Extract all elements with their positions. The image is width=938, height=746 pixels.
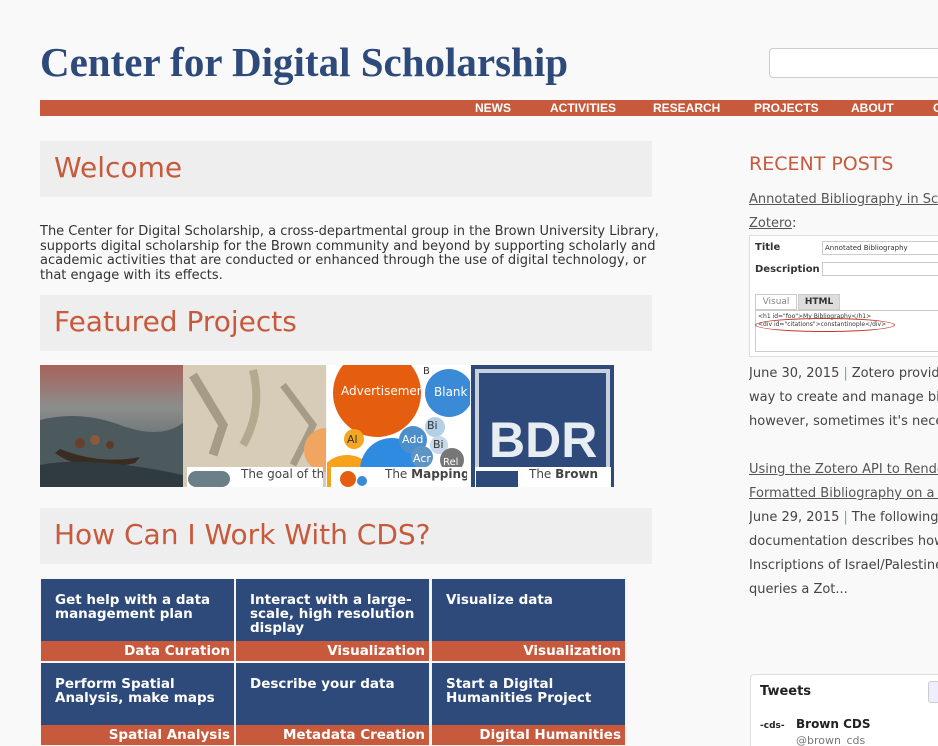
bubble-label: Add bbox=[402, 433, 423, 446]
post-excerpt: way to create and manage bibli bbox=[749, 390, 938, 405]
post-separator: | bbox=[843, 366, 848, 381]
service-card-title: Visualize data bbox=[446, 592, 553, 608]
caption-text: The goal of the bbox=[241, 467, 323, 481]
bubble-label: Bi bbox=[427, 419, 438, 432]
service-card-title: Start a Digital Humanities Project bbox=[446, 676, 592, 706]
welcome-heading: Welcome bbox=[54, 151, 183, 184]
bubble-label: Advertisemen bbox=[341, 384, 424, 398]
service-card-title: Interact with a large-scale, high resolu… bbox=[250, 592, 415, 636]
bdr-logo-text: BDR bbox=[489, 412, 597, 468]
nav-news[interactable]: NEWS bbox=[475, 101, 511, 115]
project-tile-bdr[interactable]: BDR The Brown bbox=[471, 365, 614, 487]
service-card-title: Perform Spatial Analysis, make maps bbox=[55, 676, 215, 706]
boat-painting-image bbox=[40, 365, 183, 487]
tweets-widget: Tweets -cds- Brown CDS @brown_cds bbox=[750, 674, 938, 746]
nav-activities[interactable]: ACTIVITIES bbox=[550, 101, 616, 115]
project-caption-inscription: The goal of the bbox=[187, 467, 323, 487]
main-nav: NEWS ACTIVITIES RESEARCH PROJECTS ABOUT … bbox=[40, 100, 938, 116]
service-card-category: Digital Humanities bbox=[479, 727, 621, 743]
service-card-category: Visualization bbox=[523, 643, 621, 659]
caption-text: The bbox=[385, 467, 408, 481]
screenshot-desc-label: Description bbox=[755, 264, 820, 275]
tweet-author-handle[interactable]: @brown_cds bbox=[796, 734, 865, 746]
screenshot-title-value: Annotated Bibliography bbox=[822, 241, 938, 255]
caption-thumbnail bbox=[340, 471, 367, 487]
nav-projects[interactable]: PROJECTS bbox=[754, 101, 819, 115]
post-title-suffix: : bbox=[791, 216, 797, 231]
site-title[interactable]: Center for Digital Scholarship bbox=[40, 38, 568, 86]
project-tile-mapping[interactable]: Advertisemen Blank B Bi Add Bi Al Acr Re… bbox=[327, 365, 470, 487]
tweet-author-name[interactable]: Brown CDS bbox=[796, 717, 871, 731]
bubble-label: Bi bbox=[433, 438, 444, 451]
service-card-footer: Visualization bbox=[236, 641, 429, 661]
screenshot-title-label: Title bbox=[755, 242, 781, 253]
bubble-label: Blank bbox=[434, 385, 468, 399]
service-card-title: Get help with a data management plan bbox=[55, 592, 211, 622]
post-excerpt: however, sometimes it's necess bbox=[749, 414, 938, 429]
post-date: June 29, 2015 bbox=[749, 510, 840, 525]
caption-thumbnail bbox=[476, 471, 518, 487]
search-input[interactable] bbox=[769, 48, 938, 78]
work-heading: How Can I Work With CDS? bbox=[54, 518, 431, 551]
welcome-section-header: Welcome bbox=[40, 141, 652, 197]
screenshot-tab-visual: Visual bbox=[755, 294, 797, 310]
caption-text: The bbox=[529, 467, 552, 481]
nav-research[interactable]: RESEARCH bbox=[653, 101, 720, 115]
service-card-category: Spatial Analysis bbox=[108, 727, 230, 743]
bubble-label: Acr bbox=[413, 452, 431, 465]
screenshot-highlight-ellipse bbox=[755, 318, 895, 332]
service-card-metadata[interactable]: Describe your data Metadata Creation bbox=[236, 663, 429, 745]
post-title-link[interactable]: Formatted Bibliography on a W bbox=[749, 486, 938, 501]
service-card-category: Data Curation bbox=[124, 643, 230, 659]
caption-bold-text: Mapping bbox=[411, 467, 467, 481]
screenshot-tab-html: HTML bbox=[798, 294, 840, 310]
service-card-spatial-analysis[interactable]: Perform Spatial Analysis, make maps Spat… bbox=[41, 663, 234, 745]
service-card-title: Describe your data bbox=[250, 676, 395, 692]
bubble-label: B bbox=[423, 366, 430, 377]
work-section-header: How Can I Work With CDS? bbox=[40, 508, 652, 564]
post-excerpt: documentation describes how t bbox=[749, 534, 938, 549]
project-caption-mapping: The Mapping bbox=[331, 467, 467, 487]
post-excerpt: The following bbox=[851, 510, 938, 525]
service-card-footer: Digital Humanities bbox=[432, 725, 625, 745]
project-caption-bdr: The Brown bbox=[475, 467, 611, 487]
project-tile-inscription[interactable]: The goal of the bbox=[183, 365, 326, 487]
service-card-data-curation[interactable]: Get help with a data management plan Dat… bbox=[41, 579, 234, 661]
post-separator: | bbox=[843, 510, 848, 525]
service-card-visualize-data[interactable]: Visualize data Visualization bbox=[432, 579, 625, 661]
post-title-link[interactable]: Using the Zotero API to Render bbox=[749, 462, 938, 477]
service-card-footer: Spatial Analysis bbox=[41, 725, 234, 745]
avatar[interactable]: -cds- bbox=[760, 721, 794, 743]
recent-posts-heading: RECENT POSTS bbox=[749, 153, 894, 175]
welcome-text: The Center for Digital Scholarship, a cr… bbox=[40, 224, 659, 283]
post-excerpt: queries a Zot... bbox=[749, 582, 848, 597]
post-excerpt: Zotero provides bbox=[851, 366, 938, 381]
bubble-label: Al bbox=[347, 433, 358, 446]
service-card-footer: Data Curation bbox=[41, 641, 234, 661]
post-title-link[interactable]: Zotero bbox=[749, 216, 792, 231]
services-grid: Get help with a data management plan Dat… bbox=[40, 578, 627, 746]
post-excerpt: Inscriptions of Israel/Palestine bbox=[749, 558, 938, 573]
nav-contact[interactable]: C bbox=[933, 101, 938, 115]
service-card-digital-humanities[interactable]: Start a Digital Humanities Project Digit… bbox=[432, 663, 625, 745]
service-card-category: Visualization bbox=[327, 643, 425, 659]
service-card-category: Metadata Creation bbox=[283, 727, 425, 743]
post-date: June 30, 2015 bbox=[749, 366, 840, 381]
project-tile-boat-painting[interactable] bbox=[40, 365, 183, 487]
caption-thumbnail bbox=[188, 471, 230, 487]
tweets-heading: Tweets bbox=[760, 684, 812, 699]
post-title-link[interactable]: Annotated Bibliography in Scala bbox=[749, 192, 938, 207]
featured-heading: Featured Projects bbox=[54, 305, 297, 338]
service-card-footer: Metadata Creation bbox=[236, 725, 429, 745]
service-card-footer: Visualization bbox=[432, 641, 625, 661]
screenshot-desc-field bbox=[822, 262, 938, 276]
post-screenshot: Title Annotated Bibliography Description… bbox=[749, 235, 938, 357]
service-card-large-display[interactable]: Interact with a large-scale, high resolu… bbox=[236, 579, 429, 661]
caption-bold-text: Brown bbox=[555, 467, 599, 481]
nav-about[interactable]: ABOUT bbox=[851, 101, 894, 115]
twitter-follow-icon[interactable] bbox=[928, 681, 938, 703]
sidebar: RECENT POSTS Annotated Bibliography in S… bbox=[749, 140, 938, 746]
featured-section-header: Featured Projects bbox=[40, 295, 652, 351]
